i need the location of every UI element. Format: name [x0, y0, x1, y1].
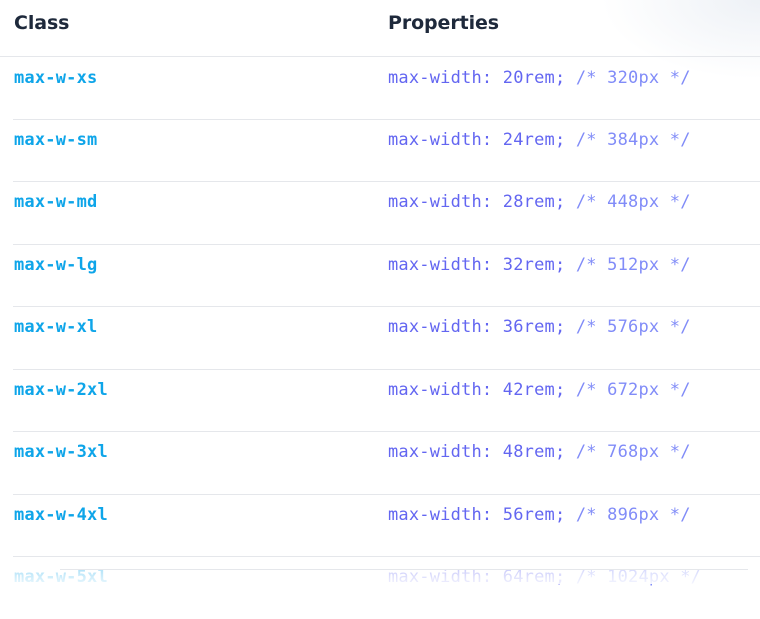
table-row: max-w-lg max-width: 32rem; /* 512px */ — [13, 245, 760, 307]
divider — [60, 569, 748, 570]
property-value: max-width: 24rem; /* 384px */ — [388, 130, 691, 150]
property-value: max-width: 36rem; /* 576px */ — [388, 317, 691, 337]
property-declaration: max-width: 24rem; — [388, 129, 566, 150]
property-declaration: max-width: 32rem; — [388, 254, 566, 275]
property-comment: /* 576px */ — [575, 317, 691, 337]
property-comment: /* 672px */ — [575, 379, 691, 400]
class-name: max-w-lg — [14, 254, 98, 275]
property-value: max-width: 20rem; /* 320px */ — [388, 68, 691, 88]
property-declaration: max-width: 28rem; — [388, 192, 566, 212]
property-comment: /* 320px */ — [575, 68, 691, 88]
table-row: max-w-2xl max-width: 42rem; /* 672px */ — [13, 370, 760, 432]
property-value: max-width: 64rem; /* 1024px */ — [388, 567, 701, 587]
column-header-properties: Properties — [388, 12, 499, 34]
class-reference-table: Class Properties max-w-xs max-width: 20r… — [0, 0, 760, 619]
property-comment: /* 768px */ — [575, 442, 691, 462]
property-declaration: max-width: 48rem; — [388, 442, 566, 462]
table-row: max-w-sm max-width: 24rem; /* 384px */ — [13, 120, 760, 182]
property-declaration: max-width: 56rem; — [388, 504, 566, 525]
table-row: max-w-xl max-width: 36rem; /* 576px */ — [13, 307, 760, 370]
class-name: max-w-3xl — [14, 442, 108, 462]
property-value: max-width: 42rem; /* 672px */ — [388, 380, 691, 400]
property-declaration: max-width: 20rem; — [388, 68, 566, 88]
property-declaration: max-width: 64rem; — [388, 567, 566, 587]
class-name: max-w-xs — [14, 68, 98, 88]
class-name: max-w-sm — [14, 129, 98, 150]
class-name: max-w-5xl — [14, 567, 108, 587]
property-comment: /* 1024px */ — [575, 567, 702, 587]
table-row: max-w-xs max-width: 20rem; /* 320px */ — [13, 57, 760, 120]
table-header: Class Properties — [0, 0, 760, 57]
property-comment: /* 448px */ — [575, 192, 691, 212]
property-comment: /* 512px */ — [575, 254, 691, 275]
property-value: max-width: 48rem; /* 768px */ — [388, 442, 691, 462]
table-row: max-w-3xl max-width: 48rem; /* 768px */ — [13, 432, 760, 495]
table-row: max-w-md max-width: 28rem; /* 448px */ — [13, 182, 760, 245]
property-value: max-width: 28rem; /* 448px */ — [388, 192, 691, 212]
property-value: max-width: 32rem; /* 512px */ — [388, 255, 691, 275]
table-body: max-w-xs max-width: 20rem; /* 320px */ m… — [0, 57, 760, 619]
table-row: max-w-4xl max-width: 56rem; /* 896px */ — [13, 495, 760, 557]
table-row: max-w-5xl max-width: 64rem; /* 1024px */ — [13, 557, 760, 619]
property-comment: /* 384px */ — [575, 129, 691, 150]
property-value: max-width: 56rem; /* 896px */ — [388, 505, 691, 525]
class-name: max-w-xl — [14, 317, 98, 337]
class-name: max-w-md — [14, 192, 98, 212]
property-declaration: max-width: 36rem; — [388, 317, 566, 337]
class-name: max-w-2xl — [14, 379, 108, 400]
property-declaration: max-width: 42rem; — [388, 379, 566, 400]
column-header-class: Class — [14, 12, 70, 34]
property-comment: /* 896px */ — [575, 504, 691, 525]
class-name: max-w-4xl — [14, 504, 108, 525]
